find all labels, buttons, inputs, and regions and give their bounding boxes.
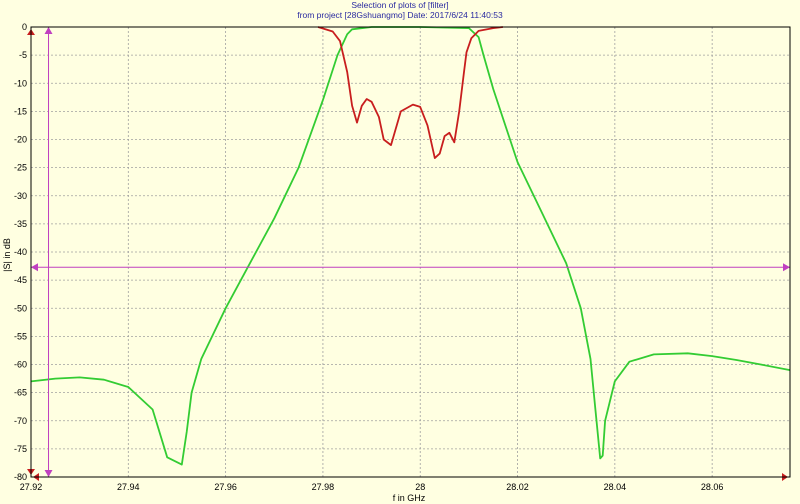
marker-top-arrow bbox=[44, 27, 53, 34]
y-axis-label: |S| in dB bbox=[2, 238, 12, 272]
y-tick-label: -10 bbox=[14, 78, 27, 88]
x-tick-label: 28.02 bbox=[506, 482, 529, 492]
y-tick-label: -65 bbox=[14, 388, 27, 398]
y-tick-label: -15 bbox=[14, 106, 27, 116]
y-tick-label: -35 bbox=[14, 219, 27, 229]
y-tick-label: -70 bbox=[14, 416, 27, 426]
x-tick-label: 27.98 bbox=[312, 482, 335, 492]
series-line-2 bbox=[317, 26, 504, 160]
x-tick-label: 28.06 bbox=[701, 482, 724, 492]
plot-area: 0 -5 -10 -15 -20 -25 -30 -35 -40 -45 -50 -55 -60 -65 -… bbox=[2, 22, 791, 503]
y-tick-label: -50 bbox=[14, 303, 27, 313]
x-tick-label: 27.94 bbox=[117, 482, 140, 492]
y-tick-label: -60 bbox=[14, 360, 27, 370]
series-group bbox=[30, 26, 791, 466]
x-tick-label: 28 bbox=[415, 482, 425, 492]
y-tick-label: -80 bbox=[14, 472, 27, 482]
marker-group bbox=[27, 27, 790, 481]
y-tick-label: 0 bbox=[22, 22, 27, 32]
marker-bottom-arrow bbox=[44, 470, 53, 477]
series-line-1 bbox=[30, 26, 791, 466]
axes: 0 -5 -10 -15 -20 -25 -30 -35 -40 -45 -50 -55 -60 -65 -… bbox=[14, 22, 791, 492]
y-tick-label: -25 bbox=[14, 163, 27, 173]
x-tick-label: 28.04 bbox=[604, 482, 627, 492]
y-tick-label: -75 bbox=[14, 444, 27, 454]
marker-left-arrow bbox=[31, 263, 38, 272]
x-axis-label: f in GHz bbox=[393, 493, 426, 503]
y-tick-label: -30 bbox=[14, 191, 27, 201]
x-tick-label: 27.92 bbox=[20, 482, 43, 492]
y-tick-label: -45 bbox=[14, 275, 27, 285]
marker-right-arrow bbox=[783, 263, 790, 272]
y-tick-label: -40 bbox=[14, 247, 27, 257]
y-tick-label: -55 bbox=[14, 331, 27, 341]
x-tick-label: 27.96 bbox=[214, 482, 237, 492]
y-tick-label: -5 bbox=[19, 50, 27, 60]
grid bbox=[31, 27, 790, 477]
y-tick-label: -20 bbox=[14, 135, 27, 145]
